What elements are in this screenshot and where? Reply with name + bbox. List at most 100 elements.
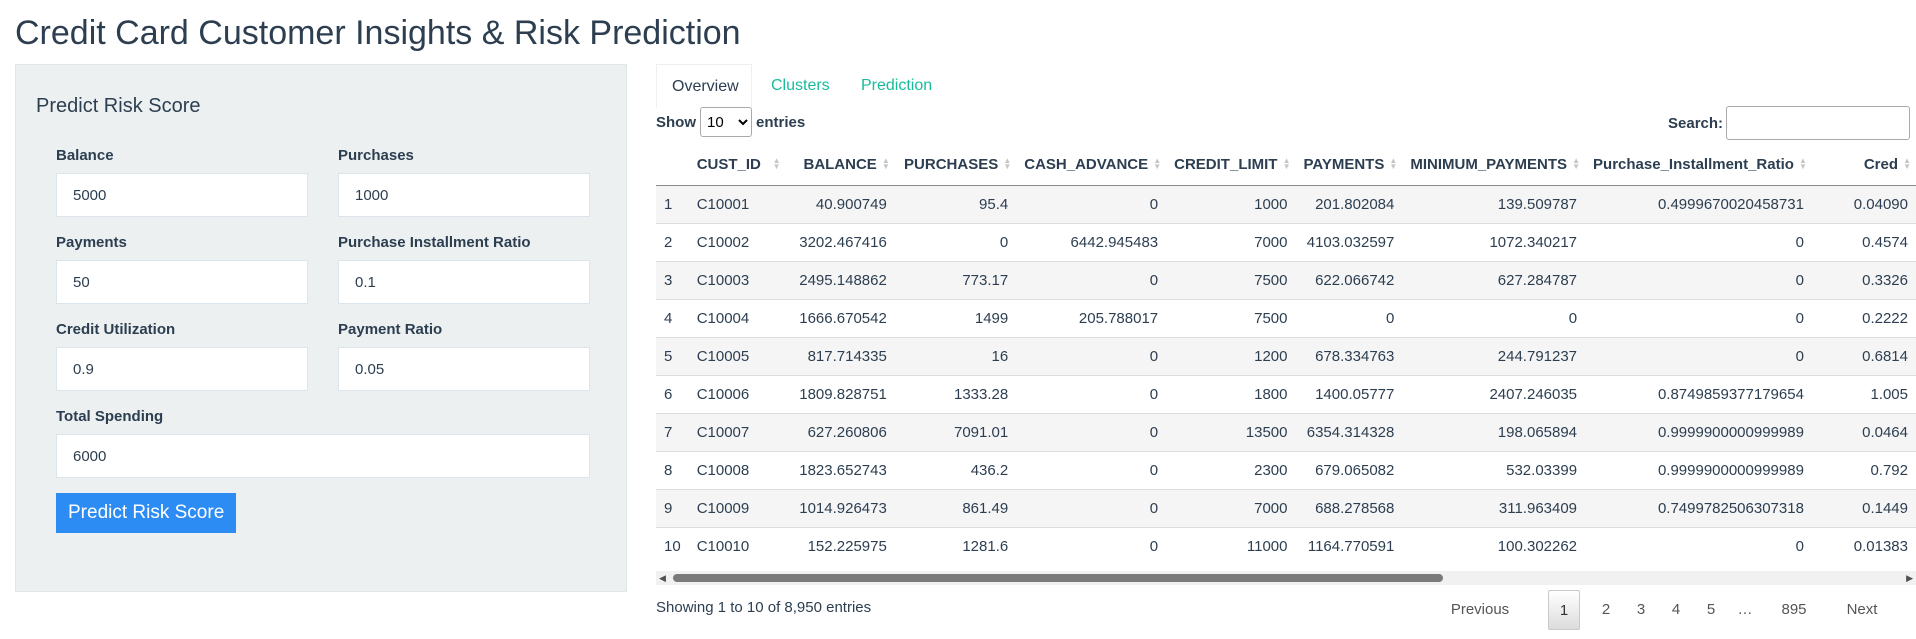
- previous-page-button[interactable]: Previous: [1430, 590, 1530, 630]
- table-cell: 0.4574: [1811, 222, 1916, 261]
- page-length-control: Show 102550100 entries: [656, 107, 805, 137]
- page-button[interactable]: 5: [1695, 590, 1727, 630]
- table-cell: 5: [656, 336, 689, 375]
- table-row[interactable]: 3 C10003 2495.148862 773.17 0 7500 622.066742 6…: [656, 260, 1916, 299]
- page-length-select[interactable]: 102550100: [700, 107, 752, 137]
- purchases-input[interactable]: [338, 173, 590, 217]
- table-row[interactable]: 9 C10009 1014.926473 861.49 0 7000 688.278568 3…: [656, 488, 1916, 527]
- table-row[interactable]: 6 C10006 1809.828751 1333.28 0 1800 1400.05777…: [656, 374, 1916, 413]
- scroll-left-icon[interactable]: ◀: [659, 573, 666, 584]
- table-cell: 7000: [1166, 488, 1296, 527]
- column-header-label: CASH_ADVANCE: [1024, 156, 1149, 174]
- table-cell: 1014.926473: [785, 488, 895, 527]
- table-cell: 0.3326: [1811, 260, 1916, 299]
- column-header-label: Cred: [1863, 156, 1898, 174]
- table-cell: 678.334763: [1295, 336, 1403, 375]
- table-cell: C10005: [688, 336, 786, 375]
- table-cell: 0: [1016, 450, 1167, 489]
- payments-input[interactable]: [56, 260, 308, 304]
- column-header[interactable]: Cred ▲ ▼: [1811, 145, 1916, 186]
- column-header[interactable]: PURCHASES ▲ ▼: [894, 145, 1017, 186]
- purchases-label: Purchases: [338, 147, 414, 164]
- table-cell: 0: [1585, 222, 1812, 261]
- table-row[interactable]: 5 C10005 817.714335 16 0 1200 678.334763 244.79…: [656, 336, 1916, 375]
- column-header[interactable]: CREDIT_LIMIT ▲ ▼: [1166, 145, 1296, 186]
- table-cell: 0: [1016, 374, 1167, 413]
- table-cell: 627.284787: [1402, 260, 1586, 299]
- page-button[interactable]: 1: [1548, 590, 1580, 630]
- table-cell: 139.509787: [1402, 184, 1586, 223]
- sort-icon: ▲ ▼: [1799, 156, 1807, 171]
- table-row[interactable]: 1 C10001 40.900749 95.4 0 1000 201.802084 139.5…: [656, 184, 1916, 223]
- column-header[interactable]: CASH_ADVANCE ▲ ▼: [1016, 145, 1167, 186]
- table-cell: 2495.148862: [785, 260, 895, 299]
- table-row[interactable]: 8 C10008 1823.652743 436.2 0 2300 679.065082 53…: [656, 450, 1916, 489]
- table-cell: 0: [1016, 488, 1167, 527]
- payment-ratio-input[interactable]: [338, 347, 590, 391]
- table-cell: 6354.314328: [1295, 412, 1403, 451]
- table-cell: 4: [656, 298, 689, 337]
- page-title: Credit Card Customer Insights & Risk Pre…: [15, 14, 741, 52]
- table-cell: 6442.945483: [1016, 222, 1167, 261]
- column-header-label: Purchase_Installment_Ratio: [1593, 156, 1794, 174]
- table-cell: 0.01383: [1811, 526, 1916, 565]
- table-row[interactable]: 4 C10004 1666.670542 1499 205.788017 7500 0 0 0 0…: [656, 298, 1916, 337]
- column-header[interactable]: Purchase_Installment_Ratio ▲ ▼: [1585, 145, 1812, 186]
- table-cell: 244.791237: [1402, 336, 1586, 375]
- table-cell: 0.8749859377179654: [1585, 374, 1812, 413]
- search-input[interactable]: [1726, 106, 1911, 140]
- table-cell: 1666.670542: [785, 298, 895, 337]
- table-cell: 1200: [1166, 336, 1296, 375]
- horizontal-scrollbar[interactable]: ◀ ▶: [656, 571, 1916, 585]
- table-cell: 95.4: [894, 184, 1017, 223]
- column-header-label: BALANCE: [803, 156, 877, 174]
- credit-utilization-input[interactable]: [56, 347, 308, 391]
- scrollbar-thumb[interactable]: [673, 574, 1443, 582]
- table-cell: 9: [656, 488, 689, 527]
- page-button[interactable]: 3: [1625, 590, 1657, 630]
- table-cell: 0: [1585, 336, 1812, 375]
- table-cell: 205.788017: [1016, 298, 1167, 337]
- table-cell: 2: [656, 222, 689, 261]
- table-cell: C10004: [688, 298, 786, 337]
- tab-overview[interactable]: Overview: [656, 64, 752, 108]
- table-cell: 0.7499782506307318: [1585, 488, 1812, 527]
- page-button[interactable]: 895: [1766, 590, 1822, 630]
- table-cell: 679.065082: [1295, 450, 1403, 489]
- table-cell: 6: [656, 374, 689, 413]
- table-row[interactable]: 10 C10010 152.225975 1281.6 0 11000 1164.77059…: [656, 526, 1916, 565]
- predict-risk-score-button[interactable]: Predict Risk Score: [56, 493, 237, 533]
- balance-input[interactable]: [56, 173, 308, 217]
- table-row[interactable]: 2 C10002 3202.467416 0 6442.945483 7000 4103.0…: [656, 222, 1916, 261]
- table-cell: 1: [656, 184, 689, 223]
- table-cell: 1.005: [1811, 374, 1916, 413]
- table-cell: 3: [656, 260, 689, 299]
- page-button[interactable]: 4: [1660, 590, 1692, 630]
- column-header[interactable]: BALANCE ▲ ▼: [785, 145, 895, 186]
- column-header[interactable]: CUST_ID ▲ ▼: [688, 145, 786, 186]
- payment-ratio-field-group: Payment Ratio: [338, 321, 590, 391]
- table-header-row: CUST_ID ▲ ▼ BALANCE ▲ ▼ PURCHASES ▲ ▼ CASH_ADVANC…: [656, 145, 1916, 186]
- table-cell: 10: [656, 526, 689, 565]
- column-header[interactable]: MINIMUM_PAYMENTS ▲ ▼: [1402, 145, 1586, 186]
- table-cell: 2407.246035: [1402, 374, 1586, 413]
- scroll-right-icon[interactable]: ▶: [1906, 573, 1913, 584]
- next-page-button[interactable]: Next: [1835, 590, 1889, 630]
- table-cell: 0: [1016, 184, 1167, 223]
- page-button[interactable]: 2: [1590, 590, 1622, 630]
- table-cell: 0: [1585, 526, 1812, 565]
- table-cell: 0: [1016, 526, 1167, 565]
- table-cell: C10008: [688, 450, 786, 489]
- balance-label: Balance: [56, 147, 114, 164]
- sort-icon: ▲ ▼: [1153, 156, 1162, 171]
- tab-prediction[interactable]: Prediction: [846, 64, 947, 108]
- total-spending-input[interactable]: [56, 434, 590, 478]
- table-row[interactable]: 7 C10007 627.260806 7091.01 0 13500 6354.31432…: [656, 412, 1916, 451]
- purchase-installment-ratio-input[interactable]: [338, 260, 590, 304]
- column-header[interactable]: PAYMENTS ▲ ▼: [1295, 145, 1403, 186]
- table-cell: 0: [1295, 298, 1403, 337]
- column-header-label: PAYMENTS: [1303, 156, 1385, 174]
- tab-clusters[interactable]: Clusters: [756, 64, 845, 108]
- table-cell: 0: [1585, 298, 1812, 337]
- credit-utilization-field-group: Credit Utilization: [56, 321, 308, 391]
